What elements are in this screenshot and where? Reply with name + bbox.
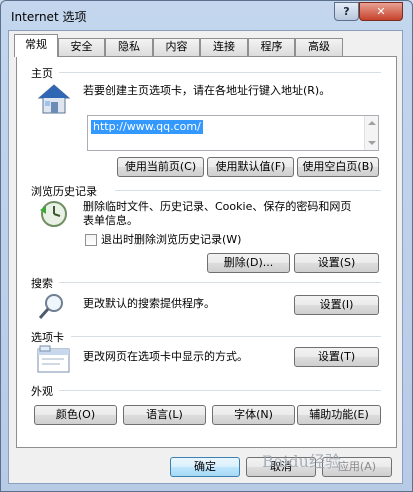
url-scrollbar[interactable] (364, 116, 378, 150)
tabs-window-icon (37, 345, 70, 373)
history-clock-icon (40, 201, 67, 227)
magnifier-icon (38, 294, 63, 319)
delete-history-button[interactable]: 删除(D)... (207, 253, 290, 273)
tab-advanced[interactable]: 高级 (295, 38, 343, 56)
close-button[interactable]: ✕ (359, 2, 403, 21)
tab-security[interactable]: 安全 (58, 38, 105, 56)
home-url-text: http://www.qq.com/ (91, 120, 203, 134)
tabs-description: 更改网页在选项卡中显示的方式。 (83, 350, 248, 363)
ok-button[interactable]: 确定 (170, 457, 240, 477)
accessibility-button[interactable]: 辅助功能(E) (297, 405, 381, 425)
search-settings-button[interactable]: 设置(I) (294, 295, 379, 315)
group-divider (71, 336, 381, 337)
tab-programs[interactable]: 程序 (248, 38, 295, 56)
use-default-button[interactable]: 使用默认值(F) (207, 157, 294, 177)
home-description: 若要创建主页选项卡，请在各地址行键入地址(R)。 (83, 84, 331, 97)
help-button[interactable]: ? (334, 2, 359, 21)
house-icon (37, 84, 71, 114)
scroll-up-icon[interactable] (368, 121, 376, 125)
tabs-settings-button[interactable]: 设置(T) (294, 347, 379, 367)
use-current-button[interactable]: 使用当前页(C) (117, 157, 204, 177)
delete-on-exit-checkbox[interactable] (85, 234, 97, 246)
history-description-line2: 表单信息。 (83, 214, 138, 227)
delete-on-exit-label: 退出时删除浏览历史记录(W) (101, 233, 242, 246)
tab-content[interactable]: 内容 (153, 38, 200, 56)
tab-general[interactable]: 常规 (14, 34, 58, 57)
tabs-group-label: 选项卡 (31, 329, 68, 345)
fonts-button[interactable]: 字体(N) (212, 405, 295, 425)
search-group-label: 搜索 (31, 275, 57, 291)
use-blank-button[interactable]: 使用空白页(B) (297, 157, 379, 177)
colors-button[interactable]: 颜色(O) (34, 405, 117, 425)
home-url-field[interactable]: http://www.qq.com/ (87, 115, 379, 151)
group-divider (59, 390, 381, 391)
title-bar[interactable]: Internet 选项 ? ✕ (1, 1, 412, 29)
tab-connections[interactable]: 连接 (200, 38, 248, 56)
general-tab-panel: 主页 若要创建主页选项卡，请在各地址行键入地址(R)。 http://www.q… (16, 56, 397, 448)
watermark-text: Baidu经验 (262, 452, 341, 471)
window-title: Internet 选项 (11, 10, 87, 24)
history-settings-button[interactable]: 设置(S) (294, 253, 379, 273)
group-divider (59, 72, 381, 73)
appearance-group-label: 外观 (31, 383, 57, 399)
group-divider (59, 282, 381, 283)
languages-button[interactable]: 语言(L) (123, 405, 206, 425)
tab-privacy[interactable]: 隐私 (105, 38, 153, 56)
search-description: 更改默认的搜索提供程序。 (83, 297, 215, 310)
group-divider (115, 190, 381, 191)
scroll-down-icon[interactable] (368, 141, 376, 145)
home-group-label: 主页 (31, 65, 57, 81)
history-description-line1: 删除临时文件、历史记录、Cookie、保存的密码和网页 (83, 200, 352, 213)
